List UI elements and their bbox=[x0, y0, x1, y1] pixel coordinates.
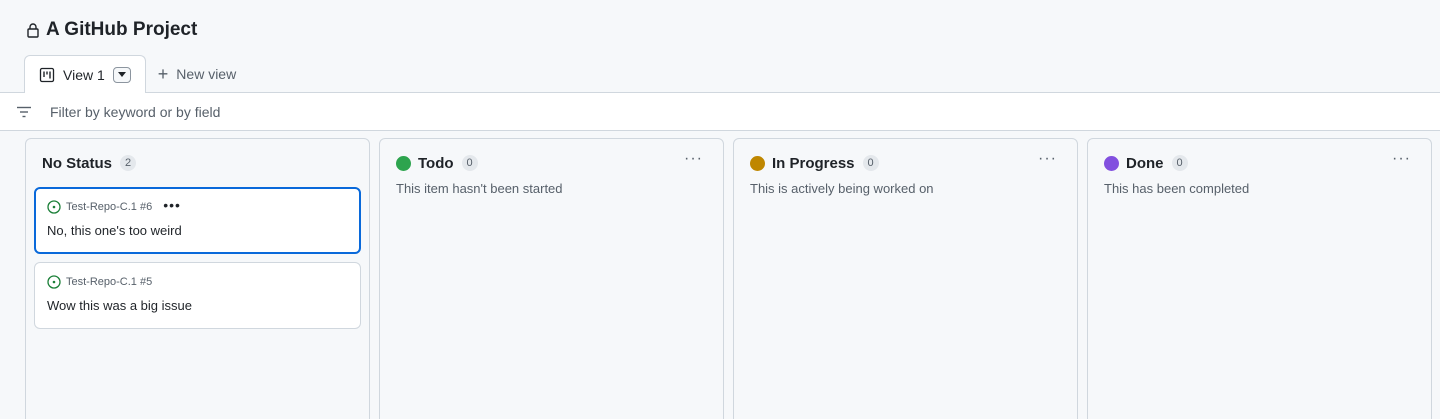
column-header: In Progress 0 ··· bbox=[742, 139, 1069, 187]
filter-input[interactable] bbox=[50, 103, 450, 120]
issue-card[interactable]: Test-Repo-C.1 #6 ••• No, this one's too … bbox=[34, 187, 361, 254]
card-title[interactable]: No, this one's too weird bbox=[47, 223, 348, 238]
filter-icon[interactable] bbox=[16, 106, 32, 118]
tab-view-1-label: View 1 bbox=[63, 66, 105, 83]
card-repo[interactable]: Test-Repo-C.1 #6 bbox=[66, 201, 152, 213]
tab-view-1[interactable]: View 1 bbox=[24, 55, 146, 93]
card-repo[interactable]: Test-Repo-C.1 #5 bbox=[66, 276, 152, 288]
column-header: Done 0 ··· bbox=[1096, 139, 1423, 187]
new-view-label: New view bbox=[176, 65, 237, 82]
issue-card[interactable]: Test-Repo-C.1 #5 Wow this was a big issu… bbox=[34, 262, 361, 329]
board: No Status 2 Test-Repo-C.1 #6 ••• No, thi… bbox=[25, 138, 1432, 419]
lock-icon bbox=[27, 23, 39, 38]
column-todo: Todo 0 ··· This item hasn't been started bbox=[379, 138, 724, 419]
issue-opened-icon bbox=[47, 200, 61, 214]
kebab-horizontal-icon[interactable]: ··· bbox=[684, 151, 703, 167]
column-name: Done bbox=[1126, 154, 1164, 172]
column-header: Todo 0 ··· bbox=[388, 139, 715, 187]
kebab-horizontal-icon[interactable]: ••• bbox=[163, 198, 181, 212]
kebab-horizontal-icon[interactable]: ··· bbox=[1038, 151, 1057, 167]
status-dot-icon bbox=[750, 155, 765, 171]
filter-bar bbox=[0, 93, 1440, 131]
column-name: In Progress bbox=[772, 154, 855, 172]
view-options-button[interactable] bbox=[112, 66, 131, 83]
column-name: Todo bbox=[418, 154, 454, 172]
new-view-button[interactable]: + New view bbox=[146, 55, 250, 92]
column-done: Done 0 ··· This has been completed bbox=[1087, 138, 1432, 419]
card-title[interactable]: Wow this was a big issue bbox=[47, 298, 348, 313]
column-header: No Status 2 bbox=[34, 139, 361, 187]
view-tabs: View 1 + New view bbox=[0, 55, 1440, 93]
project-title: A GitHub Project bbox=[26, 19, 197, 41]
card-meta: Test-Repo-C.1 #5 bbox=[47, 275, 348, 289]
status-dot-icon bbox=[1104, 155, 1119, 171]
triangle-down-icon bbox=[117, 72, 126, 77]
column-no-status: No Status 2 Test-Repo-C.1 #6 ••• No, thi… bbox=[25, 138, 370, 419]
card-meta: Test-Repo-C.1 #6 ••• bbox=[47, 198, 348, 214]
plus-icon: + bbox=[157, 63, 169, 84]
issue-opened-icon bbox=[47, 275, 61, 289]
project-header: A GitHub Project bbox=[0, 0, 1440, 56]
column-in-progress: In Progress 0 ··· This is actively being… bbox=[733, 138, 1078, 419]
status-dot-icon bbox=[396, 155, 411, 171]
column-count: 0 bbox=[1171, 155, 1188, 171]
project-board-icon bbox=[39, 67, 55, 82]
column-name: No Status bbox=[42, 154, 113, 172]
kebab-horizontal-icon[interactable]: ··· bbox=[1392, 151, 1411, 167]
project-title-text: A GitHub Project bbox=[46, 19, 198, 40]
column-count: 0 bbox=[862, 155, 879, 171]
column-count: 2 bbox=[120, 155, 137, 171]
column-count: 0 bbox=[461, 155, 478, 171]
